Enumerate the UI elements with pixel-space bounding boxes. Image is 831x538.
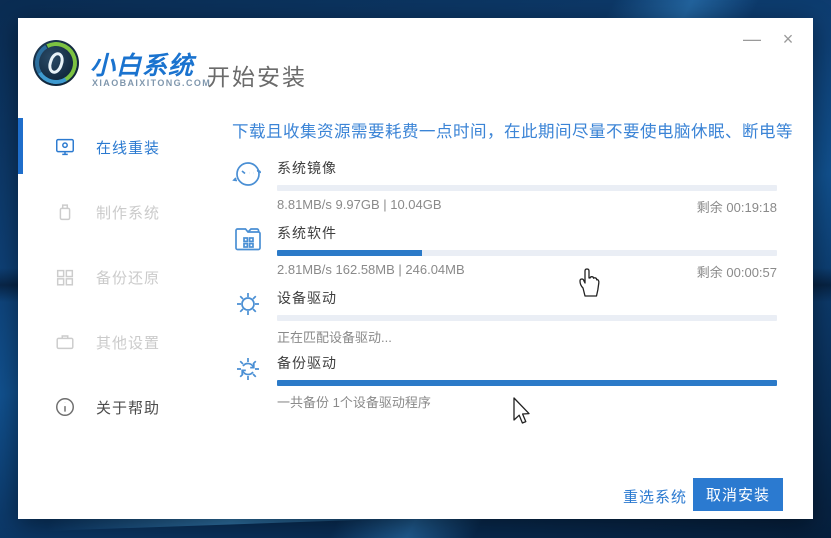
progress-bar (277, 250, 777, 256)
task-title: 系统镜像 (277, 158, 777, 178)
gear-icon (232, 288, 264, 320)
grid-icon (54, 266, 76, 288)
task-remaining: 剩余 00:19:18 (697, 197, 777, 216)
task-detail: 2.81MB/s 162.58MB | 246.04MB (277, 262, 465, 281)
usb-icon (54, 201, 76, 223)
briefcase-icon (54, 331, 76, 353)
close-icon[interactable]: × (775, 26, 801, 52)
download-notice: 下载且收集资源需要耗费一点时间，在此期间尽量不要使电脑休眠、断电等 (232, 118, 785, 142)
app-logo-icon (33, 40, 79, 86)
reselect-system-button[interactable]: 重选系统 (623, 486, 687, 507)
task-detail: 正在匹配设备驱动... (277, 327, 392, 346)
sidebar-item-label: 制作系统 (96, 202, 160, 223)
sidebar-item-online-reinstall[interactable]: 在线重装 (54, 132, 160, 162)
sidebar-item-label: 关于帮助 (96, 397, 160, 418)
task-row-system-software: 系统软件 2.81MB/s 162.58MB | 246.04MB 剩余 00:… (232, 223, 777, 281)
gear-sync-icon (232, 353, 264, 385)
sidebar: 在线重装 制作系统 备份还原 (18, 110, 200, 519)
task-row-system-image: 系统镜像 8.81MB/s 9.97GB | 10.04GB 剩余 00:19:… (232, 158, 777, 216)
info-icon (54, 396, 76, 418)
face-icon (232, 158, 264, 190)
app-logo-name: 小白系统 (90, 46, 194, 82)
page-title: 开始安装 (207, 58, 307, 92)
progress-bar (277, 185, 777, 191)
sidebar-item-label: 其他设置 (96, 332, 160, 353)
task-remaining: 剩余 00:00:57 (697, 262, 777, 281)
sidebar-active-indicator (18, 118, 23, 174)
sidebar-item-label: 备份还原 (96, 267, 160, 288)
installer-window: 小白系统 XIAOBAIXITONG.COM 开始安装 — × 在线重装 制作系… (18, 18, 813, 519)
cancel-install-button[interactable]: 取消安装 (693, 478, 783, 511)
task-detail: 一共备份 1个设备驱动程序 (277, 392, 431, 411)
task-detail: 8.81MB/s 9.97GB | 10.04GB (277, 197, 442, 216)
monitor-icon (54, 136, 76, 158)
app-logo-domain: XIAOBAIXITONG.COM (92, 78, 211, 88)
task-row-device-driver: 设备驱动 正在匹配设备驱动... (232, 288, 777, 346)
task-title: 备份驱动 (277, 353, 777, 373)
sidebar-item-other-settings[interactable]: 其他设置 (54, 327, 160, 357)
task-title: 设备驱动 (277, 288, 777, 308)
task-row-backup-driver: 备份驱动 一共备份 1个设备驱动程序 (232, 353, 777, 411)
sidebar-item-backup-restore[interactable]: 备份还原 (54, 262, 160, 292)
sidebar-item-about-help[interactable]: 关于帮助 (54, 392, 160, 422)
sidebar-item-label: 在线重装 (96, 137, 160, 158)
folder-grid-icon (232, 223, 264, 255)
progress-bar (277, 380, 777, 386)
task-title: 系统软件 (277, 223, 777, 243)
sidebar-item-make-system[interactable]: 制作系统 (54, 197, 160, 227)
progress-bar (277, 315, 777, 321)
minimize-icon[interactable]: — (739, 26, 765, 52)
